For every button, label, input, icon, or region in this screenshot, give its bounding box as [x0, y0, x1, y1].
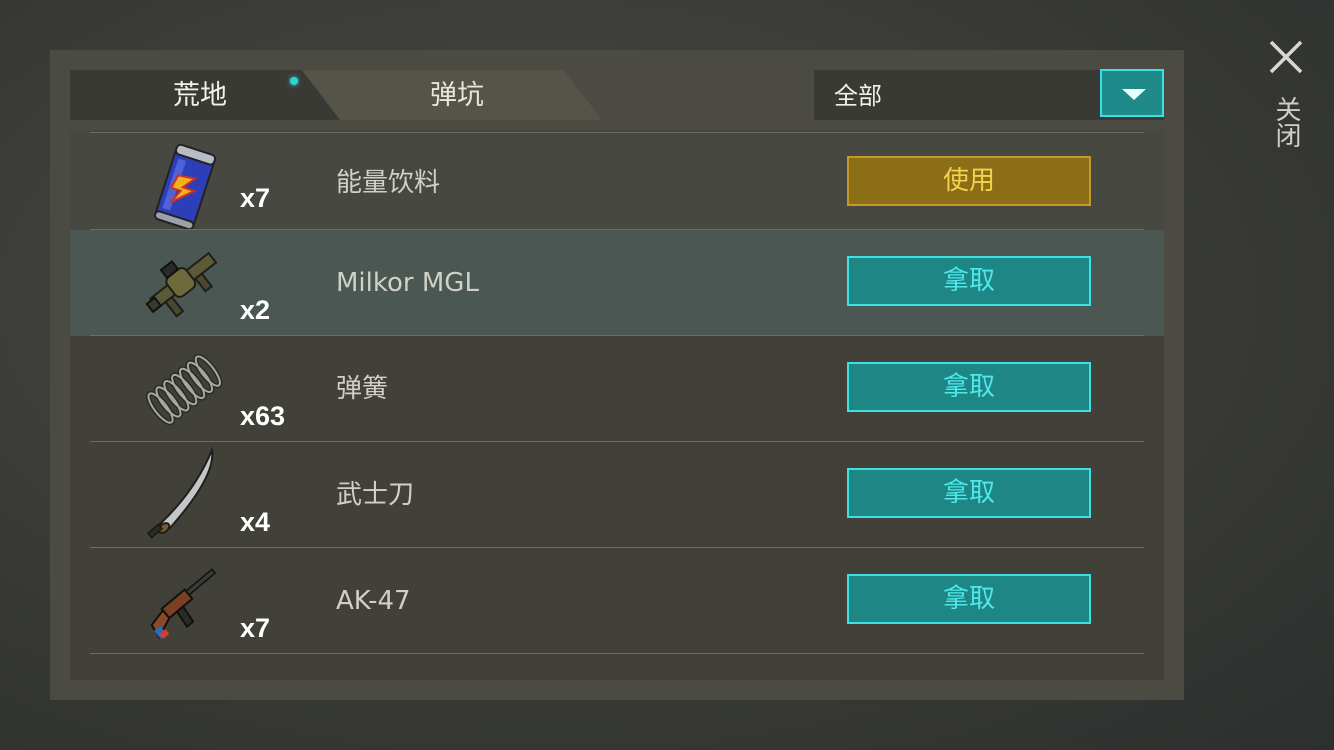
take-button[interactable]: 拿取 [847, 256, 1091, 306]
item-count: x7 [240, 613, 271, 643]
loot-panel: 荒地 弹坑 全部 x7 能量饮料 使用 x2 Milkor MGL 拿取 x63… [50, 50, 1184, 700]
use-button[interactable]: 使用 [847, 156, 1091, 206]
item-count: x63 [240, 401, 286, 431]
spring-icon [146, 353, 223, 426]
list-item[interactable]: x7 能量饮料 使用 [70, 130, 1164, 231]
item-list[interactable]: x7 能量饮料 使用 x2 Milkor MGL 拿取 x63 弹簧 拿取 x4… [70, 130, 1164, 680]
filter-selected-value: 全部 [834, 82, 882, 110]
category-filter[interactable]: 全部 [814, 69, 1164, 120]
take-button[interactable]: 拿取 [847, 574, 1091, 624]
close-label[interactable]: 关闭 [1271, 96, 1301, 148]
rifle-icon [150, 568, 217, 640]
tab-wasteland-label: 荒地 [173, 80, 227, 111]
item-name: AK-47 [336, 586, 411, 616]
item-count: x2 [240, 295, 271, 325]
tab-crater-label: 弹坑 [430, 80, 484, 111]
list-item[interactable]: x4 武士刀 拿取 [70, 442, 1164, 548]
filter-dropdown-button[interactable] [1100, 69, 1164, 117]
location-tabs: 荒地 弹坑 [70, 70, 630, 120]
notification-dot-icon [290, 77, 298, 85]
item-name: 武士刀 [336, 480, 415, 510]
item-name: Milkor MGL [336, 268, 479, 298]
list-item[interactable]: x2 Milkor MGL 拿取 [70, 230, 1164, 336]
list-item[interactable]: x63 弹簧 拿取 [70, 336, 1164, 442]
close-icon[interactable] [1262, 34, 1310, 82]
item-name: 弹簧 [336, 374, 389, 404]
take-button[interactable]: 拿取 [847, 468, 1091, 518]
item-count: x4 [240, 507, 271, 537]
tab-crater[interactable]: 弹坑 [302, 70, 602, 120]
take-button[interactable]: 拿取 [847, 362, 1091, 412]
row-divider [90, 132, 1144, 133]
triangle-down-icon [1122, 89, 1146, 100]
katana-icon [147, 446, 214, 539]
list-item[interactable]: x7 AK-47 拿取 [70, 548, 1164, 654]
item-name: 能量饮料 [336, 168, 441, 198]
grenade-launcher-icon [145, 251, 218, 318]
item-count: x7 [240, 183, 271, 213]
row-divider [90, 653, 1144, 654]
energy-drink-icon [153, 143, 217, 231]
tab-wasteland[interactable]: 荒地 [70, 70, 340, 120]
